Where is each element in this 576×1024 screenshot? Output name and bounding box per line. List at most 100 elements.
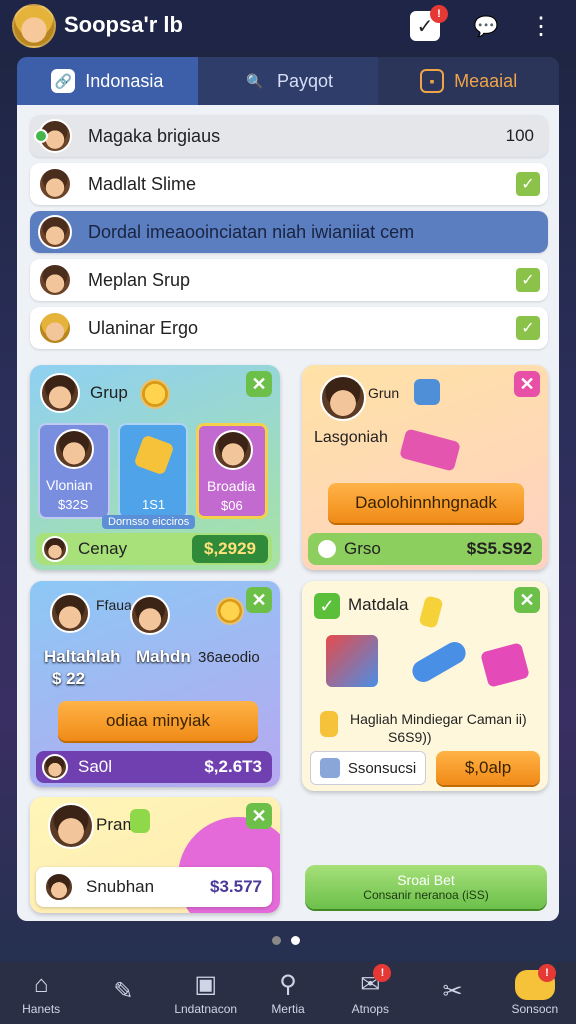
bar-label: Grso: [344, 539, 381, 558]
list-item-label: Magaka brigiaus: [88, 125, 221, 146]
list-item-label: Ulaninar Ergo: [88, 317, 199, 338]
main-panel: Magaka brigiaus 100 Madlalt Slime ✓ Dord…: [17, 105, 559, 921]
notification-icon[interactable]: ✓ !: [410, 5, 448, 41]
chat-icon[interactable]: 💬: [470, 10, 502, 42]
price-tag[interactable]: $S5.S92: [467, 539, 532, 559]
pram-card[interactable]: Pram ✕ Snubhan $3.577: [30, 797, 280, 913]
nav-item-mertia[interactable]: ⚲ Mertia: [247, 962, 329, 1024]
scissors-icon: ✂: [442, 978, 463, 1005]
matdala-card[interactable]: ✓ Matdala ✕ Hagliah Mindiegar Caman ii) …: [302, 581, 548, 791]
secondary-button[interactable]: Ssonsucsi: [310, 751, 426, 785]
item-description: Hagliah Mindiegar Caman ii): [350, 711, 527, 727]
nav-item-lndatnacon[interactable]: ▣ Lndatnacon: [165, 962, 247, 1024]
tab-payqot[interactable]: 🔍 Payqot: [198, 57, 379, 105]
nav-item-scissors[interactable]: ✂: [411, 962, 493, 1024]
list-item-value: 100: [505, 126, 534, 145]
item-price: $06: [221, 498, 243, 513]
price-tag[interactable]: $,2929: [192, 535, 268, 563]
checkbox-checked-icon[interactable]: ✓: [516, 268, 540, 292]
grup-card[interactable]: Grup ✕ Vlonian $32S 1S1 Broadia $06 Dorn…: [30, 365, 280, 570]
button-sublabel: Consanir neranoa (iSS): [363, 888, 489, 902]
item-tile[interactable]: 1S1: [118, 423, 188, 519]
close-icon[interactable]: ✕: [514, 371, 540, 397]
checkbox-checked-icon[interactable]: ✓: [516, 172, 540, 196]
card-title: Ffaua: [96, 597, 132, 613]
item-description: S6S9)): [388, 729, 432, 745]
item-tile[interactable]: Vlonian $32S: [38, 423, 110, 519]
avatar: [38, 263, 72, 297]
nav-label: Hanets: [22, 1002, 61, 1016]
list-item[interactable]: Magaka brigiaus 100: [30, 115, 548, 157]
avatar: [34, 119, 72, 153]
potion-icon: [408, 637, 470, 687]
item-price: 1S1: [142, 497, 166, 512]
price-bar[interactable]: Grso $S5.S92: [308, 533, 542, 565]
avatar: [42, 536, 68, 562]
caption-chip: Dornsso eicciros: [102, 515, 196, 529]
home-icon: ⌂: [33, 971, 49, 998]
nav-item-atnops[interactable]: ✉ ! Atnops: [329, 962, 411, 1024]
item-name: Haltahlah: [44, 647, 121, 666]
gift-box-icon: [414, 379, 440, 405]
price-button[interactable]: $,0alp: [436, 751, 540, 785]
app-logo-avatar[interactable]: [12, 4, 56, 48]
price-bar[interactable]: Snubhan $3.577: [36, 867, 272, 907]
grun-card[interactable]: Grun Lasgoniah ✕ Daolohinnhngnadk Grso $…: [302, 365, 548, 570]
more-options-icon[interactable]: ⋮: [525, 10, 557, 42]
link-icon: 🔗: [51, 69, 76, 93]
price-tag[interactable]: $,2.6T3: [204, 757, 262, 777]
price-bar[interactable]: Sa0l $,2.6T3: [36, 751, 272, 783]
close-icon[interactable]: ✕: [246, 803, 272, 829]
nav-label: Sonsocn: [511, 1002, 559, 1016]
bar-label: Cenay: [78, 539, 128, 558]
page-dot[interactable]: [272, 936, 281, 945]
button-label: Ssonsucsi: [347, 759, 417, 777]
nav-item-hanets[interactable]: ⌂ Hanets: [0, 962, 82, 1024]
tab-meaaial[interactable]: ▪ Meaaial: [378, 57, 559, 105]
action-button[interactable]: Daolohinnhngnadk: [328, 483, 524, 523]
cube-icon: [319, 758, 340, 778]
nav-label: Mertia: [271, 1002, 305, 1016]
avatar: [38, 311, 72, 345]
list-item[interactable]: Madlalt Slime ✓: [30, 163, 548, 205]
item-tile[interactable]: Broadia $06: [196, 423, 268, 519]
avatar: [38, 215, 72, 249]
notification-badge: !: [373, 964, 392, 982]
list-item-label: Meplan Srup: [88, 269, 191, 290]
search-icon: 🔍: [246, 72, 264, 89]
avatar: [48, 803, 94, 849]
price-bar[interactable]: Cenay $,2929: [36, 533, 272, 565]
tab-indonasia[interactable]: 🔗 Indonasia: [17, 57, 198, 105]
close-icon[interactable]: ✕: [246, 371, 272, 397]
app-title: Soopsa'r lb: [64, 12, 183, 37]
nav-label: Lndatnacon: [174, 1002, 238, 1016]
page-indicator: [272, 936, 300, 945]
card-subtitle: Lasgoniah: [314, 429, 388, 446]
list-item-label: Dordal imeaooinciatan niah iwianiiat cem: [88, 221, 415, 242]
square-icon: ▪: [420, 69, 445, 93]
close-icon[interactable]: ✕: [514, 587, 540, 613]
nav-item-tools[interactable]: ✎: [82, 962, 164, 1024]
item-price: $32S: [58, 497, 89, 512]
candy-box-icon: [480, 642, 530, 688]
action-button[interactable]: odiaa minyiak: [58, 701, 258, 741]
list-item-selected[interactable]: Dordal imeaooinciatan niah iwianiiat cem: [30, 211, 548, 253]
nav-label: Atnops: [351, 1002, 389, 1016]
coin-icon: [216, 597, 244, 625]
hadiah-card[interactable]: Ffaua ✕ Haltahlah Mahdn 36aeodio $ 22 od…: [30, 581, 280, 787]
notification-badge: !: [537, 964, 556, 982]
price-tag[interactable]: $3.577: [210, 877, 262, 897]
list-item[interactable]: Meplan Srup ✓: [30, 259, 548, 301]
list-item[interactable]: Ulaninar Ergo ✓: [30, 307, 548, 349]
trophy-icon: [320, 711, 338, 737]
close-icon[interactable]: ✕: [246, 587, 272, 613]
tools-icon: ✎: [113, 978, 134, 1005]
item-name: Vlonian: [46, 477, 93, 493]
confirm-button[interactable]: Sroai Bet Consanir neranoa (iSS): [305, 865, 547, 909]
gift-box-icon: [326, 635, 378, 687]
item-name: Broadia: [207, 478, 256, 494]
page-dot-active[interactable]: [291, 936, 300, 945]
checkbox-checked-icon[interactable]: ✓: [314, 593, 340, 619]
nav-item-sonsocn[interactable]: ! Sonsocn: [494, 962, 576, 1024]
checkbox-checked-icon[interactable]: ✓: [516, 316, 540, 340]
